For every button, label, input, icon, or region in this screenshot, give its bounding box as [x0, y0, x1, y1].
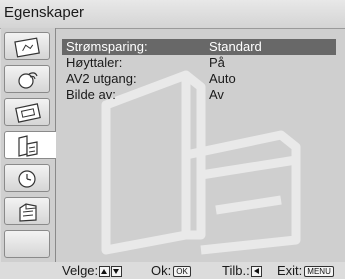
arrow-left-icon [250, 266, 262, 278]
help-back: Tilb.: [222, 262, 262, 279]
tv-menu-screen: Egenskaper Strømsparing: Standard Høytta… [0, 0, 345, 279]
tab-features[interactable] [4, 131, 56, 159]
setting-label: Strømsparing: [66, 39, 148, 54]
help-ok-label: Ok: [151, 263, 172, 278]
help-exit-label: Exit: [277, 263, 303, 278]
tab-setup[interactable] [4, 197, 50, 225]
setting-label: Bilde av: [66, 87, 116, 102]
sound-icon [18, 72, 38, 89]
title-bar: Egenskaper [0, 0, 345, 29]
screen-adjust-icon [15, 103, 41, 123]
setting-label: Høyttaler: [66, 55, 123, 70]
arrow-down-icon [111, 266, 123, 278]
setting-row-av2-output[interactable]: AV2 utgang: Auto [62, 71, 336, 87]
picture-icon [14, 37, 40, 58]
setting-row-speaker[interactable]: Høyttaler: På [62, 55, 336, 71]
tab-timer[interactable] [4, 164, 50, 192]
tab-empty[interactable] [4, 230, 50, 258]
help-select: Velge: [62, 262, 123, 279]
tab-screen-adjust[interactable] [4, 98, 50, 126]
menu-key-icon: MENU [304, 266, 334, 278]
help-ok: Ok: OK [151, 262, 191, 279]
menu-tab-bar [1, 28, 56, 262]
features-icon [18, 135, 38, 157]
setting-value: Standard [209, 39, 262, 54]
tab-sound[interactable] [4, 65, 50, 93]
setting-row-power-saving[interactable]: Strømsparing: Standard [62, 39, 336, 55]
help-exit: Exit: MENU [277, 262, 334, 279]
arrow-up-icon [99, 266, 111, 278]
setting-row-picture-off[interactable]: Bilde av: Av [62, 87, 336, 103]
setting-label: AV2 utgang: [66, 71, 137, 86]
menu-title: Egenskaper [4, 4, 85, 21]
setup-icon [19, 203, 37, 222]
help-back-label: Tilb.: [222, 263, 250, 278]
ok-key-icon: OK [173, 266, 191, 278]
help-select-label: Velge: [62, 263, 99, 278]
settings-panel: Strømsparing: Standard Høyttaler: På AV2… [56, 28, 345, 263]
timer-icon [18, 170, 36, 188]
setting-value: Auto [209, 71, 236, 86]
tab-picture[interactable] [4, 32, 50, 60]
setting-value: Av [209, 87, 224, 102]
help-bar: Velge: Ok: OK Tilb.: Exit: MENU [0, 262, 345, 279]
setting-value: På [209, 55, 225, 70]
